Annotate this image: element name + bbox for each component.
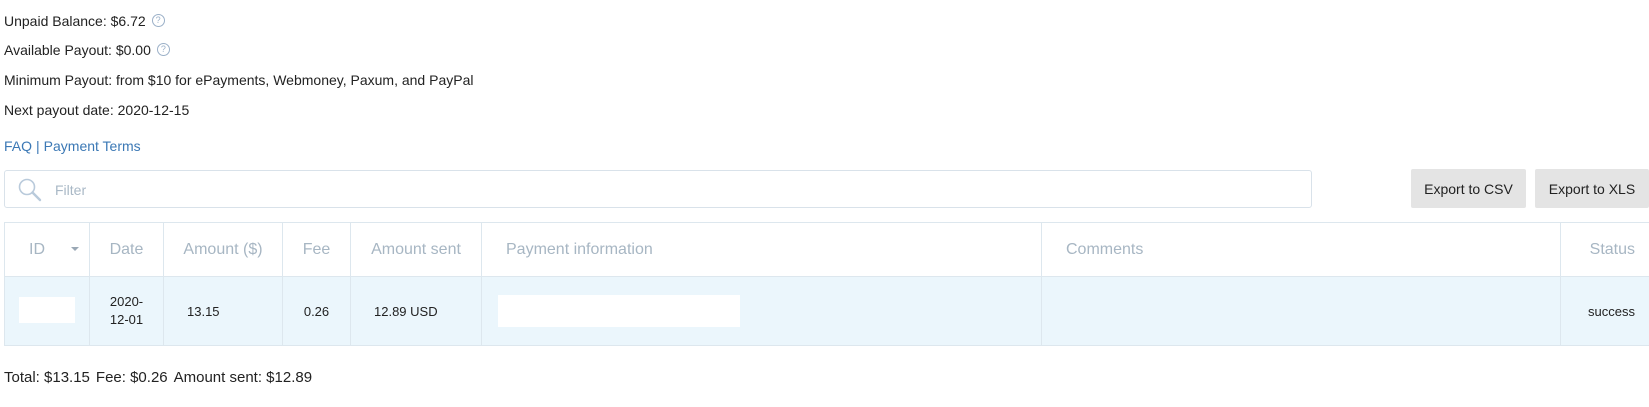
total-amount: Total: $13.15 [4,369,90,386]
column-header-status[interactable]: Status [1560,222,1649,277]
date-line-2: 12-01 [109,312,144,327]
column-header-id-label: ID [29,240,45,258]
total-fee: Fee: $0.26 [95,369,168,386]
unpaid-balance: Unpaid Balance: $6.72? [4,13,165,29]
payment-terms-link[interactable]: Payment Terms [44,138,141,154]
total-sent: Amount sent: $12.89 [173,369,313,386]
cell-amount-sent: 12.89 USD [350,276,482,346]
next-payout-date: Next payout date: 2020-12-15 [4,102,190,118]
export-csv-button[interactable]: Export to CSV [1411,169,1526,208]
help-circle-icon[interactable]: ? [151,14,165,27]
cell-amount: 13.15 [163,276,283,346]
cell-date: 2020- 12-01 [89,276,164,346]
cell-id [4,276,90,346]
redacted-id [19,296,75,323]
redacted-payment-info [498,295,740,327]
table-header-row: ID Date Amount ($) Fee Amount sent Payme… [4,222,1649,277]
table-row[interactable]: 2020- 12-01 13.15 0.26 12.89 USD success [4,276,1649,346]
minimum-payout: Minimum Payout: from $10 for ePayments, … [4,72,474,88]
payouts-table: ID Date Amount ($) Fee Amount sent Payme… [4,222,1649,346]
cell-comments [1041,276,1561,346]
available-payout: Available Payout: $0.00? [4,42,170,58]
column-header-fee[interactable]: Fee [282,222,351,277]
help-links: FAQ | Payment Terms [4,138,141,154]
filter-input[interactable] [53,179,1257,201]
totals-summary: Total: $13.15 Fee: $0.26 Amount sent: $12.… [4,369,318,386]
column-header-payment-info[interactable]: Payment information [481,222,1042,277]
faq-link[interactable]: FAQ [4,138,32,154]
help-circle-icon[interactable]: ? [156,43,170,56]
cell-status: success [1560,276,1649,346]
column-header-date[interactable]: Date [89,222,164,277]
search-icon [18,178,42,202]
column-header-id[interactable]: ID [4,222,90,277]
available-payout-text: Available Payout: $0.00 [4,42,151,58]
column-header-amount-sent[interactable]: Amount sent [350,222,482,277]
link-separator: | [36,138,40,154]
unpaid-balance-text: Unpaid Balance: $6.72 [4,13,146,29]
cell-fee: 0.26 [282,276,351,346]
column-header-amount[interactable]: Amount ($) [163,222,283,277]
filter-box[interactable] [4,170,1312,208]
export-xls-button[interactable]: Export to XLS [1535,169,1649,208]
sort-desc-icon[interactable] [71,247,79,251]
cell-payment-info [481,276,1042,346]
column-header-comments[interactable]: Comments [1041,222,1561,277]
date-line-1: 2020- [109,294,144,309]
